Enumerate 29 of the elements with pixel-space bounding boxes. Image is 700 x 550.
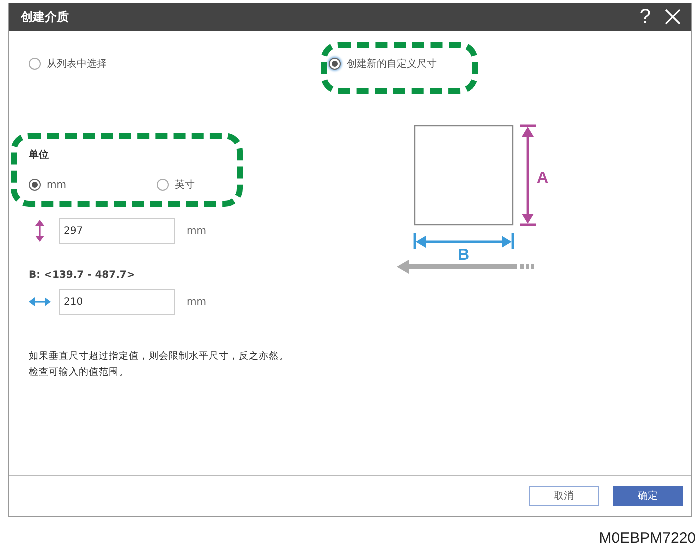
window-title: 创建介质 [21,8,70,26]
close-icon[interactable] [665,9,681,25]
radio-option[interactable]: 从列表中选择 [29,57,329,71]
unit-text: mm [187,226,206,236]
radio-button[interactable] [329,58,341,70]
radio-button[interactable] [29,179,41,191]
figure-code: M0EBPM7220 [599,530,696,547]
unit-label: 单位 [29,148,50,162]
cancel-button[interactable]: 取消 [529,486,599,506]
note-text: 检查可输入的值范围。 [29,366,130,380]
dimension-label: A [537,170,549,187]
radio-option[interactable]: 英寸 [157,178,285,192]
help-button[interactable]: ? [640,6,651,28]
radio-option[interactable]: 创建新的自定义尺寸 [329,57,437,71]
width-input-field[interactable]: 210 [59,289,175,315]
radio-option[interactable]: mm [29,178,157,192]
radio-label: 从列表中选择 [47,58,107,71]
radio-label: 英寸 [175,178,195,192]
radio-label: 创建新的自定义尺寸 [347,58,437,71]
note-text: 如果垂直尺寸超过指定值，则会限制水平尺寸，反之亦然。 [29,350,290,364]
radio-button[interactable] [157,179,169,191]
dimension-label: B [458,247,470,264]
unit-text: mm [187,296,206,308]
horizontal-arrow-icon [29,296,51,308]
height-input-field[interactable]: 297 [59,218,175,244]
range-label: B: <139.7 - 487.7> [29,270,136,281]
radio-label: mm [47,180,66,190]
confirm-button[interactable]: 确定 [613,486,683,506]
radio-button[interactable] [29,58,41,70]
